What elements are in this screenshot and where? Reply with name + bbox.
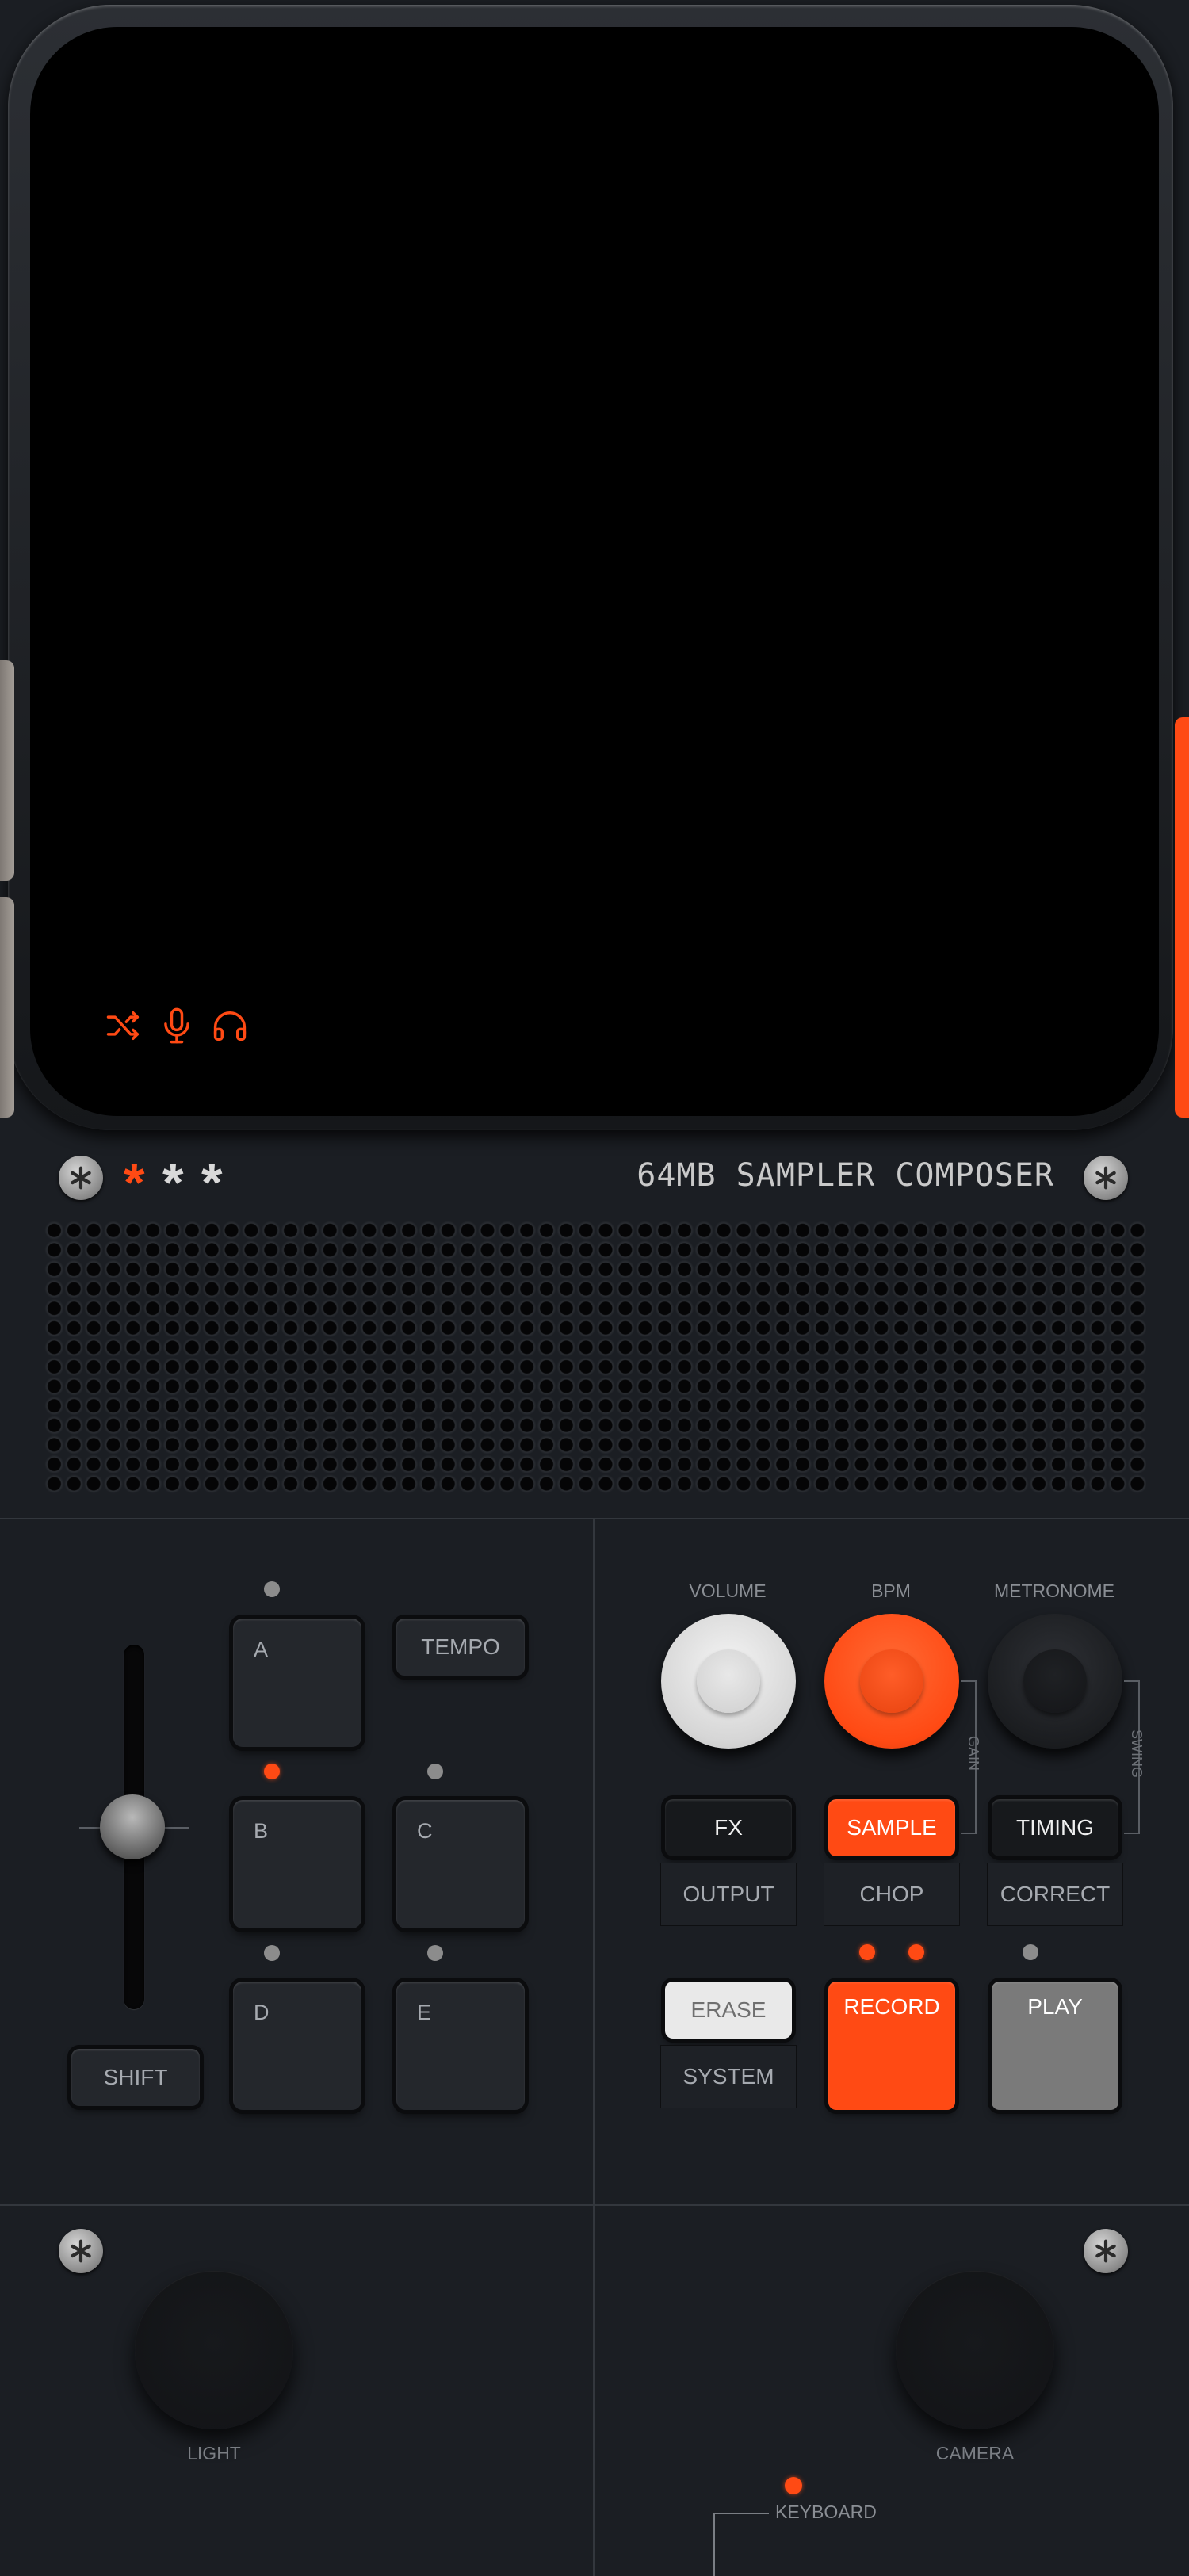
brand-star: *: [201, 1152, 223, 1213]
play-led: [1023, 1944, 1038, 1960]
shift-button[interactable]: SHIFT: [71, 2049, 200, 2106]
pad-a-label: A: [254, 1638, 269, 1661]
camera-label: CAMERA: [935, 2443, 1015, 2463]
brand-star-orange: *: [124, 1152, 145, 1213]
side-button-upper[interactable]: [0, 660, 14, 881]
pad-e-label: E: [417, 2001, 432, 2024]
pad-e-led: [427, 1945, 443, 1961]
pad-c-label: C: [417, 1819, 433, 1843]
gain-label: GAIN: [965, 1736, 981, 1771]
light-label: LIGHT: [187, 2443, 241, 2463]
record-led: [908, 1944, 924, 1960]
bpm-knob[interactable]: [824, 1614, 959, 1749]
divider: [0, 1518, 1189, 1519]
record-led: [859, 1944, 875, 1960]
erase-button[interactable]: ERASE: [665, 1982, 792, 2039]
brand-star: *: [162, 1152, 184, 1213]
divider: [0, 2204, 1189, 2206]
bpm-label: BPM: [871, 1580, 911, 1601]
volume-label: VOLUME: [689, 1580, 767, 1601]
divider: [593, 1519, 594, 2576]
speaker-grille: [44, 1221, 1146, 1494]
light-dial[interactable]: [135, 2271, 293, 2429]
correct-button[interactable]: CORRECT: [987, 1863, 1123, 1926]
keyboard-label: KEYBOARD: [775, 2501, 877, 2522]
keyboard-connector-line: [713, 2513, 769, 2576]
timing-button[interactable]: TIMING: [992, 1799, 1118, 1856]
sample-button[interactable]: SAMPLE: [828, 1799, 955, 1856]
fx-button[interactable]: FX: [665, 1799, 792, 1856]
fader-handle[interactable]: [100, 1794, 165, 1859]
pad-c-led: [427, 1764, 443, 1779]
screw-icon: [1084, 1156, 1128, 1200]
shuffle-icon: [106, 1011, 140, 1040]
pad-e[interactable]: E: [396, 1982, 525, 2110]
display-screen[interactable]: [30, 27, 1159, 1116]
brand-label: 64MB SAMPLER COMPOSER: [637, 1157, 1054, 1194]
pad-d-label: D: [254, 2001, 270, 2024]
pad-b[interactable]: B: [233, 1800, 361, 1928]
pad-b-led: [264, 1764, 280, 1779]
pad-d-led: [264, 1945, 280, 1961]
pad-d[interactable]: D: [233, 1982, 361, 2110]
play-button[interactable]: PLAY: [992, 1982, 1118, 2110]
swing-label: SWING: [1129, 1729, 1145, 1778]
headphones-icon: [213, 1011, 247, 1041]
metronome-label: METRONOME: [993, 1580, 1115, 1601]
output-button[interactable]: OUTPUT: [660, 1863, 797, 1926]
screw-icon: [59, 2229, 103, 2273]
metronome-knob[interactable]: [988, 1614, 1122, 1749]
microphone-icon: [164, 1007, 189, 1044]
system-button[interactable]: SYSTEM: [660, 2045, 797, 2108]
pad-a[interactable]: A: [233, 1619, 361, 1747]
volume-knob[interactable]: [661, 1614, 796, 1749]
tempo-button[interactable]: TEMPO: [396, 1619, 525, 1676]
keyboard-led: [785, 2477, 802, 2494]
record-button[interactable]: RECORD: [828, 1982, 955, 2110]
pad-b-label: B: [254, 1819, 269, 1843]
side-button-orange[interactable]: [1175, 717, 1189, 1118]
pad-a-led: [264, 1581, 280, 1597]
screw-icon: [59, 1156, 103, 1200]
chop-button[interactable]: CHOP: [824, 1863, 960, 1926]
screw-icon: [1084, 2229, 1128, 2273]
side-button-lower[interactable]: [0, 897, 14, 1118]
pad-c[interactable]: C: [396, 1800, 525, 1928]
camera-dial[interactable]: [896, 2271, 1054, 2429]
